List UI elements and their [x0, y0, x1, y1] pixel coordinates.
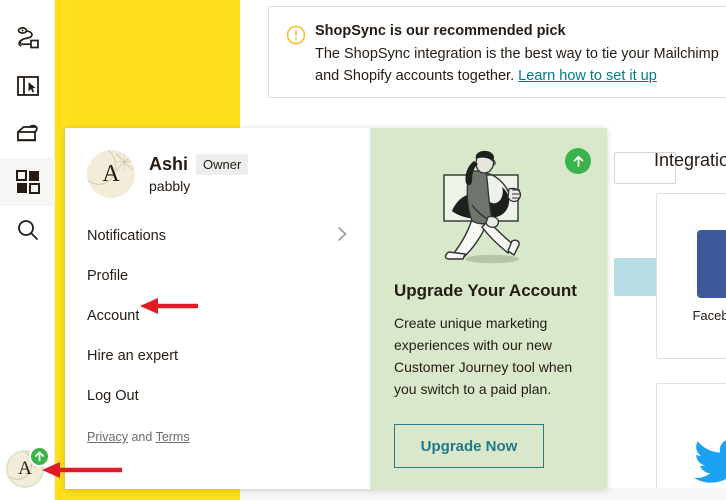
upgrade-now-button[interactable]: Upgrade Now	[394, 424, 544, 468]
menu-item-label: Account	[87, 308, 140, 324]
banner-learn-more-link[interactable]: Learn how to set it up	[518, 68, 657, 84]
terms-link[interactable]: Terms	[156, 430, 190, 444]
journey-path-icon	[15, 25, 41, 51]
popup-user-row: A Ashi Owner pabbly	[65, 150, 370, 198]
grid-squares-icon	[15, 170, 40, 194]
integration-card-twitter[interactable]	[656, 383, 726, 500]
campaigns-icon	[15, 0, 41, 14]
menu-item-label: Notifications	[87, 228, 166, 244]
banner-body-text: The ShopSync integration is the best way…	[315, 46, 719, 84]
bottom-strip	[240, 488, 726, 500]
popup-menu-list: Notifications Profile Account Hire an ex…	[65, 216, 370, 416]
account-popup: A Ashi Owner pabbly Notifications Profil…	[65, 128, 607, 489]
privacy-link[interactable]: Privacy	[87, 430, 128, 444]
popup-user-meta: Ashi Owner pabbly	[149, 154, 249, 194]
menu-item-account[interactable]: Account	[65, 296, 370, 336]
integration-card-facebook[interactable]: Facebook	[656, 193, 726, 359]
popup-user-name-row: Ashi Owner	[149, 154, 249, 175]
content-studio-icon	[14, 121, 42, 147]
menu-item-label: Hire an expert	[87, 348, 179, 364]
upgrade-promo-pane: Upgrade Your Account Create unique marke…	[370, 128, 607, 489]
menu-item-label: Profile	[87, 268, 129, 284]
popup-legal-links: Privacy and Terms	[65, 416, 370, 444]
chevron-right-icon	[337, 226, 348, 246]
promo-title: Upgrade Your Account	[394, 281, 577, 300]
avatar-letter: A	[102, 160, 120, 187]
person-carrying-screen-illustration	[394, 146, 583, 274]
menu-item-hire-an-expert[interactable]: Hire an expert	[65, 336, 370, 376]
warning-exclamation-icon	[286, 25, 306, 50]
account-popup-menu-pane: A Ashi Owner pabbly Notifications Profil…	[65, 128, 370, 489]
sidebar-item-search[interactable]	[0, 206, 55, 254]
search-icon	[16, 218, 40, 242]
menu-item-label: Log Out	[87, 388, 139, 404]
twitter-bird-icon	[694, 438, 726, 489]
arrow-up-circle-icon[interactable]	[29, 446, 50, 467]
popup-user-org: pabbly	[149, 178, 191, 194]
rail-account-button[interactable]: A	[6, 446, 50, 490]
popup-user-name: Ashi	[149, 154, 189, 174]
menu-item-log-out[interactable]: Log Out	[65, 376, 370, 416]
recommendation-banner: ShopSync is our recommended pick The Sho…	[268, 6, 726, 98]
sidebar-item-content-studio[interactable]	[0, 110, 55, 158]
menu-item-notifications[interactable]: Notifications	[65, 216, 370, 256]
integrations-heading: Integrations	[654, 150, 726, 170]
avatar-letter: A	[18, 458, 32, 479]
facebook-icon	[697, 229, 726, 298]
website-cursor-icon	[15, 73, 41, 99]
avatar[interactable]: A	[87, 150, 135, 198]
arrow-up-circle-icon[interactable]	[565, 148, 591, 174]
banner-body: The ShopSync integration is the best way…	[315, 43, 723, 87]
sidebar-item-campaigns[interactable]	[0, 0, 55, 14]
sidebar-item-website[interactable]	[0, 62, 55, 110]
status-badge: Owner	[196, 154, 249, 175]
sidebar-item-customer-journey[interactable]	[0, 14, 55, 62]
sidebar-item-integrations[interactable]	[0, 158, 55, 206]
banner-title: ShopSync is our recommended pick	[315, 23, 566, 39]
left-icon-rail: A	[0, 0, 55, 500]
integration-card-label: Facebook	[692, 307, 726, 323]
promo-body: Create unique marketing experiences with…	[394, 315, 573, 397]
legal-conjunction: and	[127, 430, 156, 444]
app-root: ShopSync is our recommended pick The Sho…	[0, 0, 726, 500]
menu-item-profile[interactable]: Profile	[65, 256, 370, 296]
